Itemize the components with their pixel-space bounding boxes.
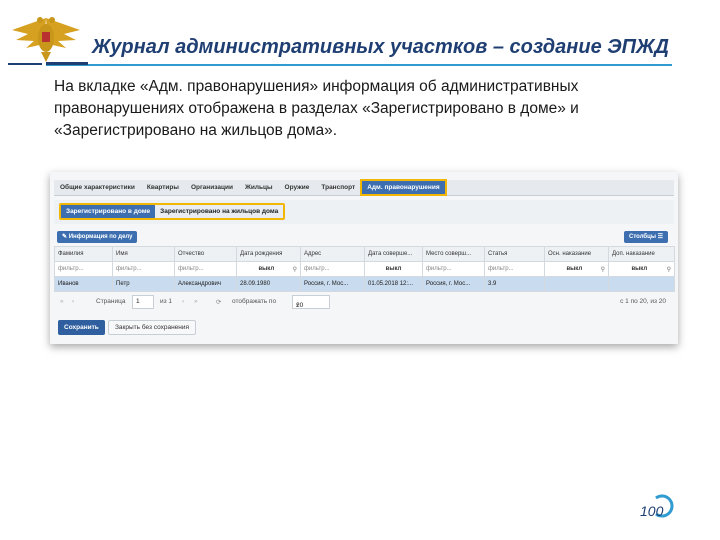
close-without-save-button[interactable]: Закрыть без сохранения <box>108 320 197 335</box>
table-header-row: Фамилия Имя Отчество Дата рождения Адрес… <box>54 246 675 262</box>
col-header-firstname[interactable]: Имя <box>112 246 175 262</box>
filter-toggle[interactable]: выкл ⚲ <box>608 261 675 277</box>
tab-residents[interactable]: Жильцы <box>239 180 279 195</box>
filter-date-label: выкл <box>258 265 275 272</box>
search-icon: ⚲ <box>666 266 671 273</box>
next-page-icon[interactable]: › <box>182 298 184 305</box>
col-header-birthdate[interactable]: Дата рождения <box>236 246 301 262</box>
col-header-address[interactable]: Адрес <box>300 246 365 262</box>
cell-offense-place: Россия, г. Мос... <box>422 276 485 292</box>
intro-text: На вкладке «Адм. правонарушения» информа… <box>54 78 579 139</box>
page-size-label: отображать по <box>232 298 277 305</box>
tab-general[interactable]: Общие характеристики <box>54 180 141 195</box>
col-header-offense-date[interactable]: Дата соверше... <box>364 246 423 262</box>
tab-weapons[interactable]: Оружие <box>279 180 316 195</box>
offenses-table: Фамилия Имя Отчество Дата рождения Адрес… <box>54 246 675 292</box>
table-row[interactable]: Иванов Петр Александрович 28.09.1980 Рос… <box>54 276 675 292</box>
cell-birthdate: 28.09.1980 <box>236 276 301 292</box>
filter-input[interactable]: фильтр... <box>300 261 365 277</box>
columns-label: Столбцы <box>628 234 656 240</box>
first-page-icon[interactable]: « <box>60 298 64 305</box>
columns-button[interactable]: Столбцы ☰ <box>623 231 668 243</box>
cell-extra-penalty <box>608 276 675 292</box>
cell-offense-date: 01.05.2018 12:... <box>364 276 423 292</box>
col-header-lastname[interactable]: Фамилия <box>54 246 113 262</box>
page-label: Страница <box>96 298 126 305</box>
cell-firstname: Петр <box>112 276 175 292</box>
search-icon: ⚲ <box>600 266 605 273</box>
case-info-label: Информация по делу <box>68 234 133 240</box>
page-size-select[interactable]: 20 ▾ <box>292 295 330 309</box>
filter-input[interactable]: фильтр... <box>54 261 113 277</box>
col-header-extra-penalty[interactable]: Доп. наказание <box>608 246 675 262</box>
col-header-patronymic[interactable]: Отчество <box>174 246 237 262</box>
col-header-article[interactable]: Статья <box>484 246 545 262</box>
refresh-icon[interactable]: ⟳ <box>216 298 221 306</box>
col-header-offense-place[interactable]: Место соверш... <box>422 246 485 262</box>
page-range: с 1 по 20, из 20 <box>620 298 666 305</box>
app-screenshot: Общие характеристики Квартиры Организаци… <box>50 172 678 344</box>
cell-main-penalty <box>544 276 609 292</box>
subtab-registered-on-residents[interactable]: Зарегистрировано на жильцов дома <box>155 205 284 218</box>
filter-row: фильтр... фильтр... фильтр... выкл ⚲ филь… <box>54 261 675 277</box>
case-info-button[interactable]: ✎ Информация по делу <box>57 231 138 243</box>
last-page-icon[interactable]: » <box>194 298 198 305</box>
slide-title: Журнал административных участков – созда… <box>92 36 670 58</box>
col-header-main-penalty[interactable]: Осн. наказание <box>544 246 609 262</box>
prev-page-icon[interactable]: ‹ <box>72 298 74 305</box>
title-underline <box>46 64 672 66</box>
filter-input[interactable]: фильтр... <box>112 261 175 277</box>
cell-lastname: Иванов <box>54 276 113 292</box>
page-number: 100 <box>640 503 664 519</box>
subtabs-highlight: Зарегистрировано в доме Зарегистрировано… <box>59 203 286 220</box>
filter-toggle-label: выкл <box>566 265 583 272</box>
filter-toggle-label: выкл <box>631 265 648 272</box>
page-number-input[interactable]: 1 <box>132 295 154 309</box>
filter-toggle[interactable]: выкл ⚲ <box>544 261 609 277</box>
cell-patronymic: Александрович <box>174 276 237 292</box>
grid-toolbar: ✎ Информация по делу Столбцы ☰ <box>54 229 674 245</box>
filter-input[interactable]: фильтр... <box>422 261 485 277</box>
filter-date-toggle[interactable]: выкл ⚲ <box>236 261 301 277</box>
tab-admin-offenses[interactable]: Адм. правонарушения <box>360 179 447 196</box>
title-underline-accent <box>46 62 88 65</box>
subtab-registered-in-house[interactable]: Зарегистрировано в доме <box>61 205 156 218</box>
cell-article: 3.9 <box>484 276 545 292</box>
subtabs-bar: Зарегистрировано в доме Зарегистрировано… <box>54 200 674 224</box>
tab-organizations[interactable]: Организации <box>185 180 239 195</box>
filter-date-toggle[interactable]: выкл <box>364 261 423 277</box>
page-of-label: из 1 <box>160 298 173 305</box>
save-button[interactable]: Сохранить <box>58 320 105 335</box>
tab-apartments[interactable]: Квартиры <box>141 180 185 195</box>
filter-input[interactable]: фильтр... <box>174 261 237 277</box>
chevron-down-icon: ▾ <box>296 302 300 309</box>
cell-address: Россия, г. Мос... <box>300 276 365 292</box>
pager: « ‹ Страница 1 из 1 › » ⟳ отображать по … <box>54 294 674 312</box>
emblem-logo <box>8 17 80 65</box>
main-tabs: Общие характеристики Квартиры Организаци… <box>54 179 674 196</box>
tab-transport[interactable]: Транспорт <box>315 180 361 195</box>
search-icon: ⚲ <box>292 266 297 273</box>
filter-input[interactable]: фильтр... <box>484 261 545 277</box>
